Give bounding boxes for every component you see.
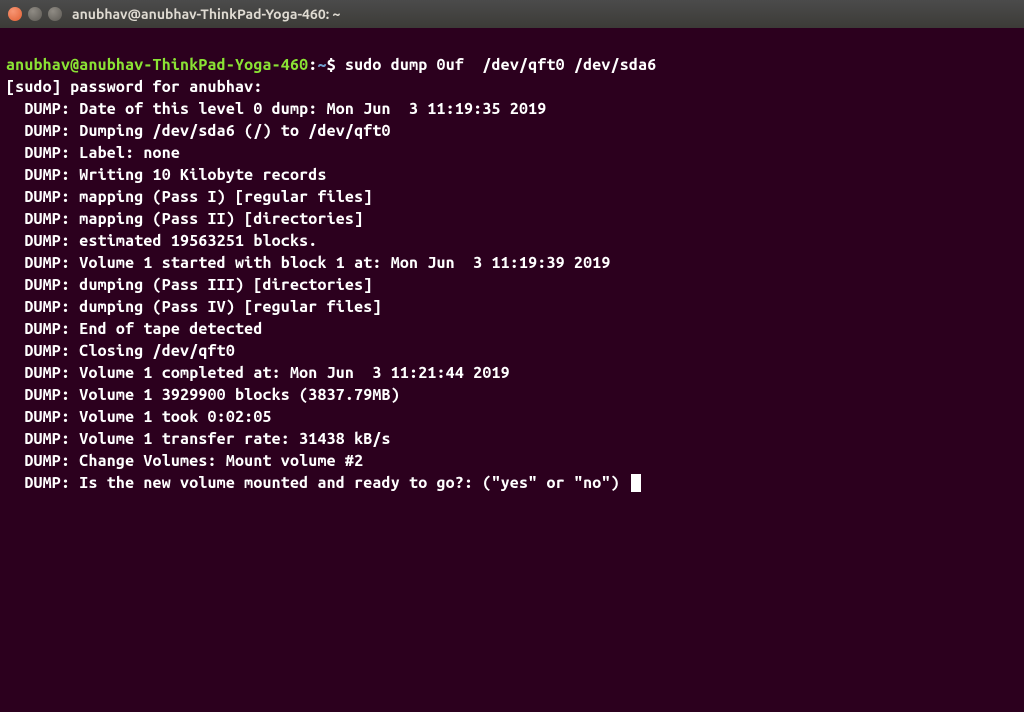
output-line: DUMP: dumping (Pass III) [directories] xyxy=(6,276,372,294)
command-text: sudo dump 0uf /dev/qft0 /dev/sda6 xyxy=(345,56,656,74)
output-line: [sudo] password for anubhav: xyxy=(6,78,262,96)
output-line: DUMP: Writing 10 Kilobyte records xyxy=(6,166,327,184)
prompt-end: $ xyxy=(327,56,345,74)
output-line: DUMP: mapping (Pass I) [regular files] xyxy=(6,188,372,206)
output-line: DUMP: estimated 19563251 blocks. xyxy=(6,232,317,250)
close-icon[interactable] xyxy=(8,7,22,21)
output-line: DUMP: mapping (Pass II) [directories] xyxy=(6,210,363,228)
output-line: DUMP: Volume 1 took 0:02:05 xyxy=(6,408,272,426)
window-buttons xyxy=(8,7,62,21)
output-line: DUMP: Dumping /dev/sda6 (/) to /dev/qft0 xyxy=(6,122,391,140)
terminal-area[interactable]: anubhav@anubhav-ThinkPad-Yoga-460:~$ sud… xyxy=(0,28,1024,500)
cursor-icon xyxy=(631,474,641,492)
minimize-icon[interactable] xyxy=(28,7,42,21)
titlebar[interactable]: anubhav@anubhav-ThinkPad-Yoga-460: ~ xyxy=(0,0,1024,28)
output-line: DUMP: End of tape detected xyxy=(6,320,262,338)
output-line: DUMP: Volume 1 completed at: Mon Jun 3 1… xyxy=(6,364,510,382)
output-line: DUMP: Volume 1 transfer rate: 31438 kB/s xyxy=(6,430,391,448)
prompt-path: ~ xyxy=(317,56,326,74)
output-line: DUMP: Volume 1 3929900 blocks (3837.79MB… xyxy=(6,386,400,404)
output-line: DUMP: Change Volumes: Mount volume #2 xyxy=(6,452,363,470)
prompt-userhost: anubhav@anubhav-ThinkPad-Yoga-460 xyxy=(6,56,308,74)
output-line: DUMP: Is the new volume mounted and read… xyxy=(6,474,629,492)
output-line: DUMP: Volume 1 started with block 1 at: … xyxy=(6,254,611,272)
window-title: anubhav@anubhav-ThinkPad-Yoga-460: ~ xyxy=(72,6,340,22)
output-line: DUMP: dumping (Pass IV) [regular files] xyxy=(6,298,382,316)
output-line: DUMP: Closing /dev/qft0 xyxy=(6,342,235,360)
output-line: DUMP: Label: none xyxy=(6,144,180,162)
output-line: DUMP: Date of this level 0 dump: Mon Jun… xyxy=(6,100,546,118)
maximize-icon[interactable] xyxy=(48,7,62,21)
